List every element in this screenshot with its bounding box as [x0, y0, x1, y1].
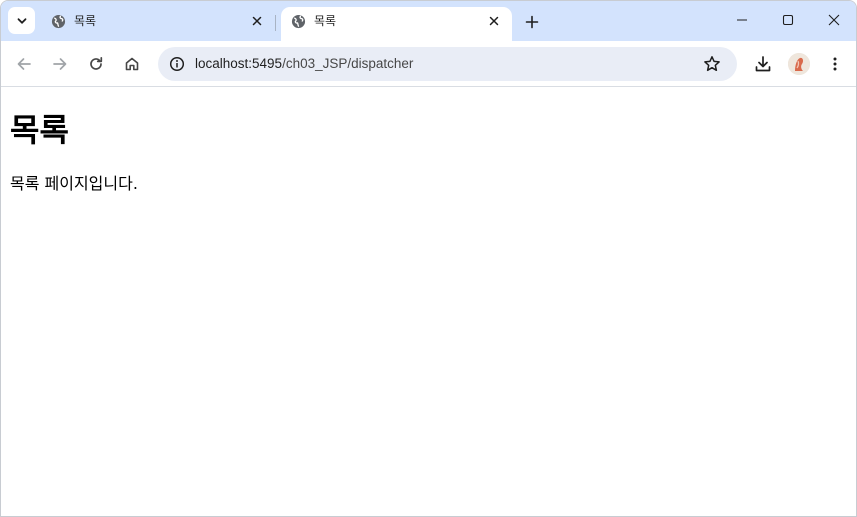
tab-strip: 목록 목록 — [1, 1, 856, 41]
tab-close-button[interactable] — [484, 11, 504, 31]
url-text[interactable]: localhost:5495/ch03_JSP/dispatcher — [195, 56, 413, 72]
maximize-button[interactable] — [765, 1, 811, 39]
menu-button[interactable] — [821, 50, 849, 78]
tab-title: 목록 — [314, 14, 337, 28]
page-content: 목록 목록 페이지입니다. — [1, 88, 856, 516]
home-icon — [125, 57, 139, 71]
minimize-icon — [737, 19, 747, 21]
tab-separator — [275, 15, 276, 31]
site-info-button[interactable] — [166, 53, 188, 75]
page-title: 목록 — [10, 111, 69, 149]
info-icon — [169, 56, 185, 72]
home-button[interactable] — [118, 50, 146, 78]
maximize-icon — [782, 14, 794, 26]
star-icon — [704, 56, 720, 72]
tab-inactive[interactable]: 목록 — [41, 7, 275, 41]
close-icon — [828, 14, 840, 26]
reload-button[interactable] — [82, 50, 110, 78]
download-icon — [755, 56, 771, 72]
browser-toolbar: localhost:5495/ch03_JSP/dispatcher — [1, 41, 856, 87]
tab-title: 목록 — [74, 14, 97, 28]
page-body-text: 목록 페이지입니다. — [10, 174, 138, 193]
bookmark-button[interactable] — [701, 53, 723, 75]
arrow-right-icon — [53, 58, 67, 70]
arrow-left-icon — [17, 58, 31, 70]
kebab-menu-icon — [833, 57, 837, 71]
tab-close-button[interactable] — [247, 11, 267, 31]
window-close-button[interactable] — [811, 1, 856, 39]
back-button[interactable] — [10, 50, 38, 78]
downloads-button[interactable] — [749, 50, 777, 78]
avatar-image — [788, 53, 810, 75]
minimize-button[interactable] — [719, 1, 765, 39]
plus-icon — [525, 15, 539, 29]
tab-active[interactable]: 목록 — [281, 7, 512, 41]
reload-icon — [90, 56, 103, 70]
new-tab-button[interactable] — [520, 10, 544, 34]
profile-avatar[interactable] — [788, 53, 810, 75]
close-icon — [489, 16, 499, 26]
globe-icon — [51, 14, 66, 29]
tab-search-button[interactable] — [8, 7, 35, 34]
forward-button[interactable] — [46, 50, 74, 78]
globe-icon — [291, 14, 306, 29]
url-path: /ch03_JSP/dispatcher — [282, 56, 414, 71]
address-bar[interactable]: localhost:5495/ch03_JSP/dispatcher — [158, 47, 737, 81]
url-host: localhost:5495 — [195, 56, 283, 71]
close-icon — [252, 16, 262, 26]
chevron-down-icon — [17, 17, 26, 24]
browser-window: 목록 목록 localhost:5495/ch03_JSP/dispatcher… — [0, 0, 857, 517]
